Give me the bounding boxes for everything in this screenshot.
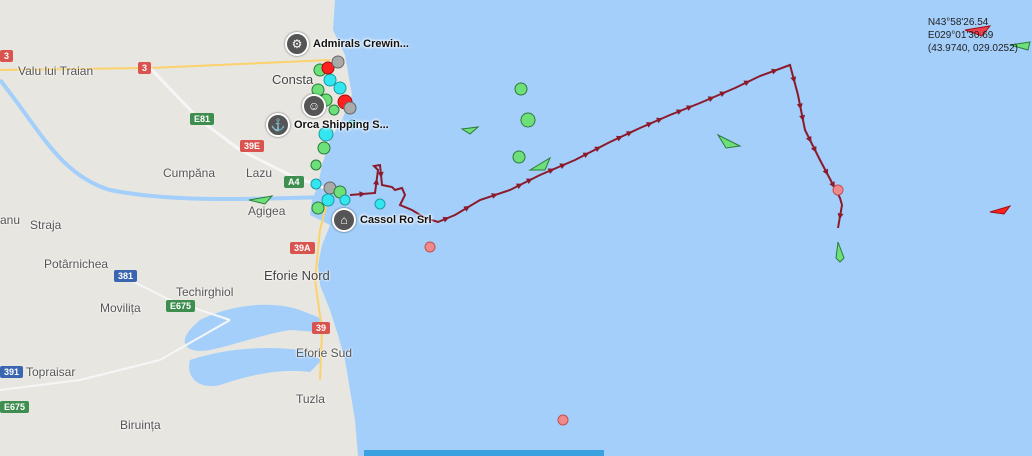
track-arrow	[676, 109, 683, 115]
track-arrows	[359, 68, 844, 223]
track-arrow	[373, 178, 380, 185]
poi-name: Cassol Ro Srl	[360, 214, 432, 226]
track-arrow	[594, 146, 602, 153]
road-shield: 3	[0, 50, 14, 62]
poi-name: Admirals Crewin...	[313, 38, 409, 50]
track-arrow	[719, 91, 727, 97]
track-arrow	[442, 216, 450, 223]
track-arrow	[646, 122, 653, 128]
place-label: Eforie Nord	[264, 268, 330, 283]
track-arrow	[359, 191, 366, 198]
place-label: Agigea	[248, 204, 286, 218]
track-arrow	[377, 171, 384, 178]
track-arrow	[810, 145, 817, 153]
place-label: Movilița	[100, 301, 141, 315]
road-shield: A4	[284, 176, 304, 188]
track-arrow	[616, 135, 623, 142]
road-shield: 39E	[240, 140, 265, 152]
map-canvas[interactable]	[0, 0, 1032, 456]
road-shield: E675	[0, 401, 30, 413]
road-shield: 3	[138, 62, 152, 74]
road-shield: E81	[190, 113, 215, 125]
track-arrow	[626, 131, 633, 137]
road-shield: 39A	[290, 242, 315, 254]
poi-marker[interactable]: ⚓ Orca Shipping S...	[266, 113, 389, 137]
place-label: Straja	[30, 218, 62, 232]
latitude-text: N43°58'26.54	[927, 17, 989, 28]
track-arrow	[805, 135, 812, 143]
place-label: Techirghiol	[176, 285, 234, 299]
track-arrow	[686, 105, 693, 111]
building-icon: ⌂	[332, 208, 356, 232]
poi-marker[interactable]: ⌂ Cassol Ro Srl	[332, 208, 432, 232]
place-label: Consta	[272, 72, 314, 87]
place-label: Potârnichea	[44, 257, 109, 271]
vessel-track	[349, 63, 844, 229]
place-label: Topraisar	[26, 365, 76, 379]
track-arrow	[525, 178, 533, 185]
road-shield: E675	[166, 300, 196, 312]
gear-icon: ⚙	[285, 32, 309, 56]
place-label: anu	[0, 213, 21, 227]
place-label: Tuzla	[296, 392, 325, 406]
anchored-vessels[interactable]	[424, 82, 844, 426]
road-shield: 39	[312, 322, 331, 334]
decimal-coordinates-text: (43.9740, 029.0252)	[927, 43, 1018, 54]
track-arrow	[656, 117, 663, 124]
track-arrow	[707, 96, 715, 102]
track-arrow	[582, 152, 590, 159]
track-arrow	[559, 163, 567, 169]
place-label: Cumpăna	[163, 166, 216, 180]
place-label: Valu lui Traian	[18, 64, 94, 78]
place-label: Eforie Sud	[296, 346, 353, 360]
track-arrow	[515, 183, 523, 190]
bottom-panel-tab[interactable]	[364, 450, 604, 456]
poi-name: Orca Shipping S...	[294, 119, 389, 131]
track-arrow	[743, 80, 751, 87]
longitude-text: E029°01'30.69	[927, 30, 994, 41]
track-arrow	[547, 168, 555, 174]
road-shield: 391	[0, 366, 24, 378]
place-label: Biruința	[120, 418, 161, 432]
coordinate-readout: N43°58'26.54 E029°01'30.69 (43.9740, 029…	[928, 16, 1018, 55]
ship-agent-icon: ⚓	[266, 113, 290, 137]
place-label: Lazu	[246, 166, 273, 180]
road-shield: 381	[114, 270, 138, 282]
poi-marker[interactable]: ⚙ Admirals Crewin...	[285, 32, 409, 56]
track-arrow	[822, 168, 829, 176]
